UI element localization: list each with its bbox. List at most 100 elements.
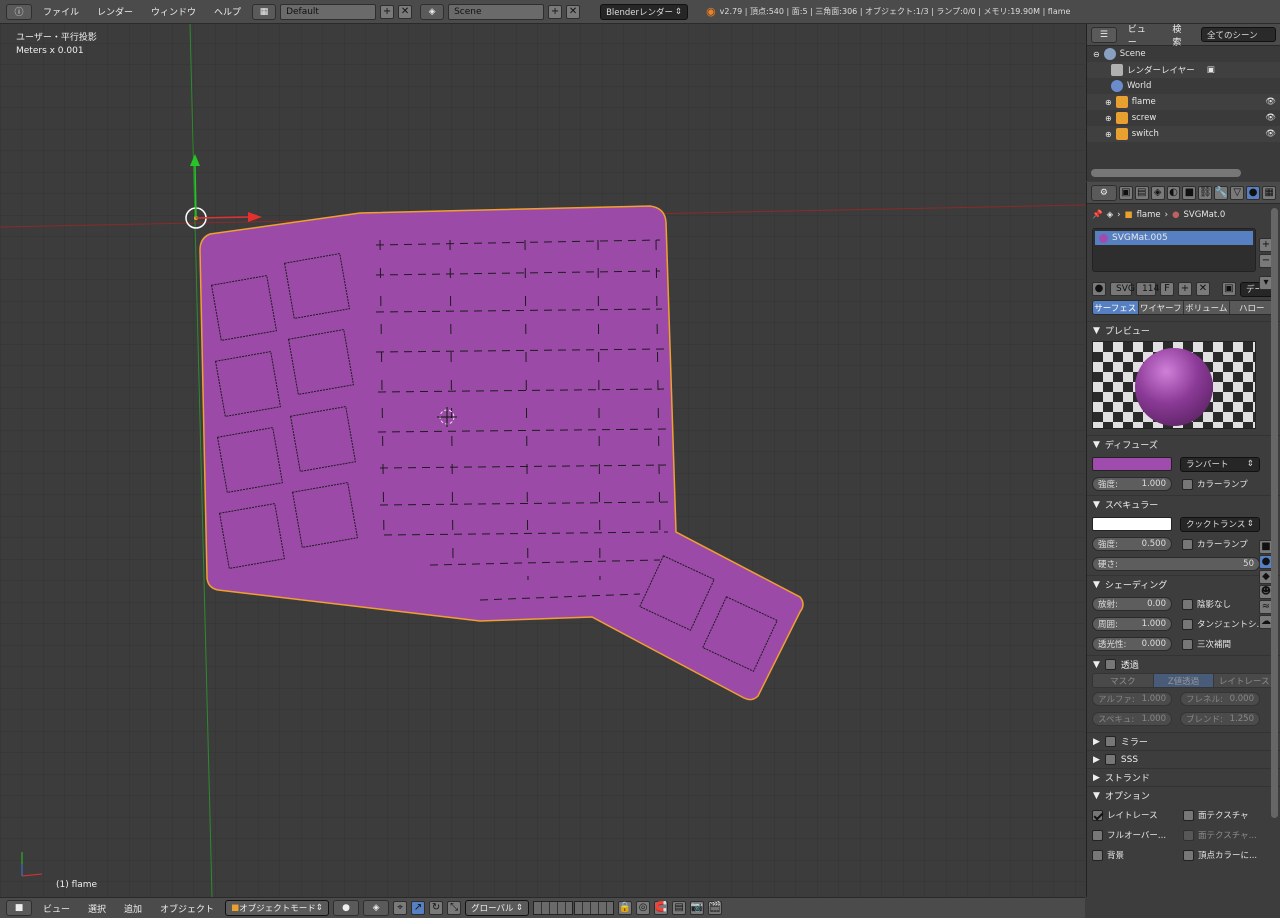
remove-scene-icon[interactable]: ✕ [566, 4, 581, 19]
render-layer-tab-icon[interactable]: ▤ [1134, 185, 1149, 200]
layout-selector-button[interactable]: ▦ [252, 3, 277, 20]
options-panel-header[interactable]: ▼ オプション [1087, 786, 1280, 804]
menu-render[interactable]: レンダー [90, 5, 140, 18]
scale-icon[interactable]: ⤡ [447, 901, 462, 915]
menu-window[interactable]: ウィンドウ [144, 5, 203, 18]
tab-halo[interactable]: ハロー [1229, 301, 1274, 314]
collapse-icon[interactable]: ⊖ [1093, 50, 1100, 59]
remove-layout-icon[interactable]: ✕ [398, 4, 413, 19]
specular-panel-header[interactable]: ▼ スペキュラー [1087, 495, 1280, 513]
render-tab-icon[interactable]: ▣ [1118, 185, 1133, 200]
unlink-material-icon[interactable]: ✕ [1196, 282, 1210, 296]
tab-mask[interactable]: マスク [1093, 674, 1154, 687]
outliner-item-render-layer[interactable]: レンダーレイヤー ▣ [1087, 62, 1280, 78]
outliner-item-flame[interactable]: ⊕ flame 👁 [1087, 94, 1280, 110]
add-layout-icon[interactable]: + [380, 4, 395, 19]
outliner-item-world[interactable]: World [1087, 78, 1280, 94]
transparency-checkbox[interactable] [1104, 659, 1116, 670]
tangent-checkbox[interactable] [1182, 618, 1193, 630]
texture-tab-icon[interactable]: ▦ [1262, 185, 1276, 200]
footer-menu-object[interactable]: オブジェクト [153, 902, 221, 915]
data-tab-icon[interactable]: ▽ [1230, 185, 1245, 200]
cubic-checkbox[interactable] [1182, 638, 1193, 650]
node-icon[interactable]: ▣ [1222, 282, 1236, 296]
material-users-field[interactable]: 114 [1136, 282, 1159, 296]
preview-panel-header[interactable]: ▼ プレビュー [1087, 321, 1280, 339]
pivot-dropdown[interactable]: ◈ [363, 900, 390, 916]
blend-field[interactable]: ブレンド: 1.250 [1180, 712, 1260, 726]
material-tab-icon[interactable]: ● [1246, 185, 1261, 200]
material-slot-item[interactable]: SVGMat.005 [1095, 231, 1253, 245]
layout-field[interactable]: Default [280, 3, 377, 20]
mirror-panel-header[interactable]: ▶ ミラー [1087, 732, 1280, 750]
opengl-anim-icon[interactable]: 🎬 [708, 901, 723, 915]
outliner-scrollbar[interactable] [1091, 169, 1241, 177]
eye-icon[interactable]: 👁 [1265, 113, 1276, 123]
sky-checkbox[interactable] [1092, 849, 1103, 861]
snap-icon[interactable]: 🧲 [654, 901, 669, 915]
browse-material-icon[interactable]: ● [1092, 282, 1106, 296]
add-scene-icon[interactable]: + [548, 4, 563, 19]
object-tab-icon[interactable]: ■ [1182, 185, 1197, 200]
diffuse-color-swatch[interactable] [1092, 457, 1172, 471]
3d-viewport[interactable]: ユーザー・平行投影 Meters x 0.001 (1) flame [0, 24, 1085, 897]
outliner-item-screw[interactable]: ⊕ screw 👁 [1087, 110, 1280, 126]
rotate-icon[interactable]: ↻ [429, 901, 444, 915]
eye-icon[interactable]: 👁 [1265, 97, 1276, 107]
sss-panel-header[interactable]: ▶ SSS [1087, 750, 1280, 768]
specular-color-swatch[interactable] [1092, 517, 1172, 531]
gizmo-x-axis[interactable] [195, 216, 251, 219]
orientation-dropdown[interactable]: グローバル ⇕ [465, 900, 530, 916]
outliner-menu-view[interactable]: ビュー [1121, 22, 1162, 48]
outliner-item-scene[interactable]: ⊖ Scene [1087, 46, 1280, 62]
opengl-render-icon[interactable]: 📷 [690, 901, 705, 915]
hardness-field[interactable]: 硬さ: 50 [1092, 557, 1260, 571]
alpha-field[interactable]: アルファ: 1.000 [1092, 692, 1172, 706]
emit-field[interactable]: 放射: 0.00 [1092, 597, 1172, 611]
specular-shader-dropdown[interactable]: クックトランス ⇕ [1180, 516, 1260, 532]
shading-dropdown[interactable]: ● [333, 900, 360, 916]
gizmo-y-axis[interactable] [194, 164, 197, 219]
tab-wire[interactable]: ワイヤーフ [1138, 301, 1184, 314]
menu-file[interactable]: ファイル [36, 5, 86, 18]
tab-z-transparency[interactable]: Z値透過 [1153, 674, 1215, 687]
tab-volume[interactable]: ボリューム [1184, 301, 1230, 314]
scene-selector-button[interactable]: ◈ [420, 3, 445, 20]
scene-field[interactable]: Scene [448, 3, 545, 20]
expand-icon[interactable]: ⊕ [1105, 130, 1112, 139]
vertex-color-checkbox[interactable] [1183, 849, 1194, 861]
sss-checkbox[interactable] [1104, 754, 1116, 765]
viewport-canvas[interactable] [0, 24, 1085, 897]
constraint-tab-icon[interactable]: ⛓ [1198, 185, 1213, 200]
add-material-icon[interactable]: + [1178, 282, 1192, 296]
scene-tab-icon[interactable]: ◈ [1150, 185, 1165, 200]
properties-scrollbar[interactable] [1271, 208, 1278, 818]
translucency-field[interactable]: 透光性: 0.000 [1092, 637, 1172, 651]
render-layer-toggle-icon[interactable]: ▣ [1207, 65, 1215, 75]
outliner-item-switch[interactable]: ⊕ switch 👁 [1087, 126, 1280, 142]
proportional-edit-icon[interactable]: ◎ [636, 901, 651, 915]
face-texture-alpha-checkbox[interactable] [1183, 829, 1194, 841]
footer-menu-add[interactable]: 追加 [117, 902, 149, 915]
translate-icon[interactable]: ↗ [411, 901, 426, 915]
strand-panel-header[interactable]: ▶ ストランド [1087, 768, 1280, 786]
footer-menu-view[interactable]: ビュー [36, 902, 77, 915]
mirror-checkbox[interactable] [1104, 736, 1116, 747]
specular-ramp-checkbox[interactable] [1182, 538, 1193, 550]
fresnel-field[interactable]: フレネル: 0.000 [1180, 692, 1260, 706]
info-editor-button[interactable]: ⓘ [6, 3, 32, 20]
transparency-panel-header[interactable]: ▼ 透過 [1087, 655, 1280, 673]
face-texture-checkbox[interactable] [1183, 809, 1194, 821]
transparency-specular-field[interactable]: スペキュ: 1.000 [1092, 712, 1172, 726]
raytrace-checkbox[interactable] [1092, 809, 1103, 821]
expand-icon[interactable]: ⊕ [1105, 98, 1112, 107]
outliner-menu-search[interactable]: 検索 [1165, 22, 1197, 48]
properties-editor-button[interactable]: ⚙ [1091, 184, 1117, 201]
diffuse-panel-header[interactable]: ▼ ディフューズ [1087, 435, 1280, 453]
diffuse-intensity-field[interactable]: 強度: 1.000 [1092, 477, 1172, 491]
diffuse-shader-dropdown[interactable]: ランバート ⇕ [1180, 456, 1260, 472]
modifier-tab-icon[interactable]: 🔧 [1214, 185, 1229, 200]
transform-manipulator-icon[interactable]: ⌖ [393, 901, 408, 915]
eye-icon[interactable]: 👁 [1265, 129, 1276, 139]
footer-menu-select[interactable]: 選択 [81, 902, 113, 915]
